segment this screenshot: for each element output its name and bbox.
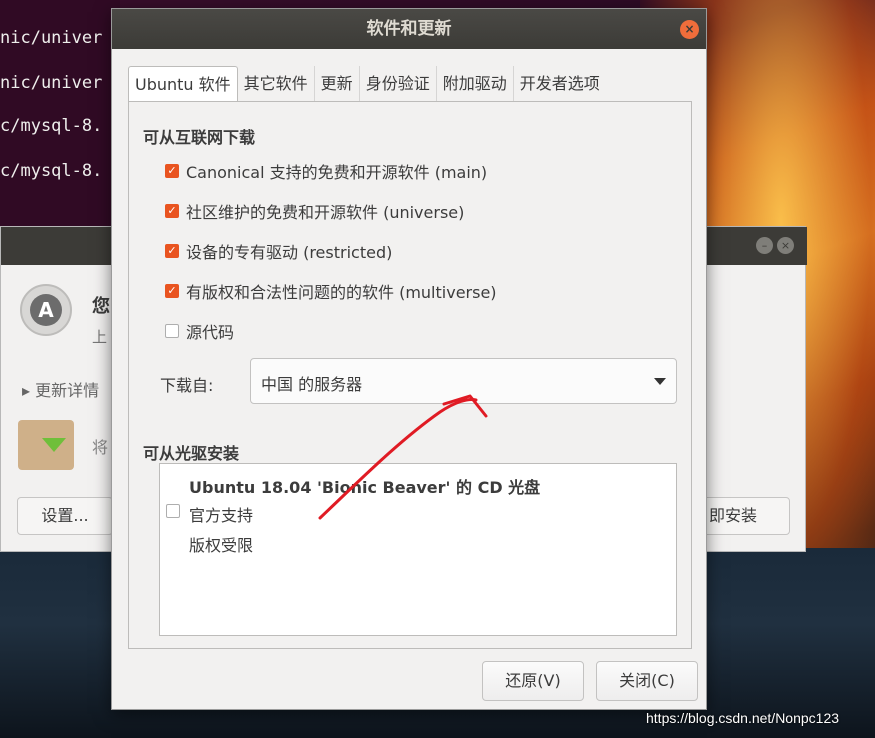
- watermark-text: https://blog.csdn.net/Nonpc123: [646, 710, 840, 726]
- annotation-arrow: [318, 394, 488, 520]
